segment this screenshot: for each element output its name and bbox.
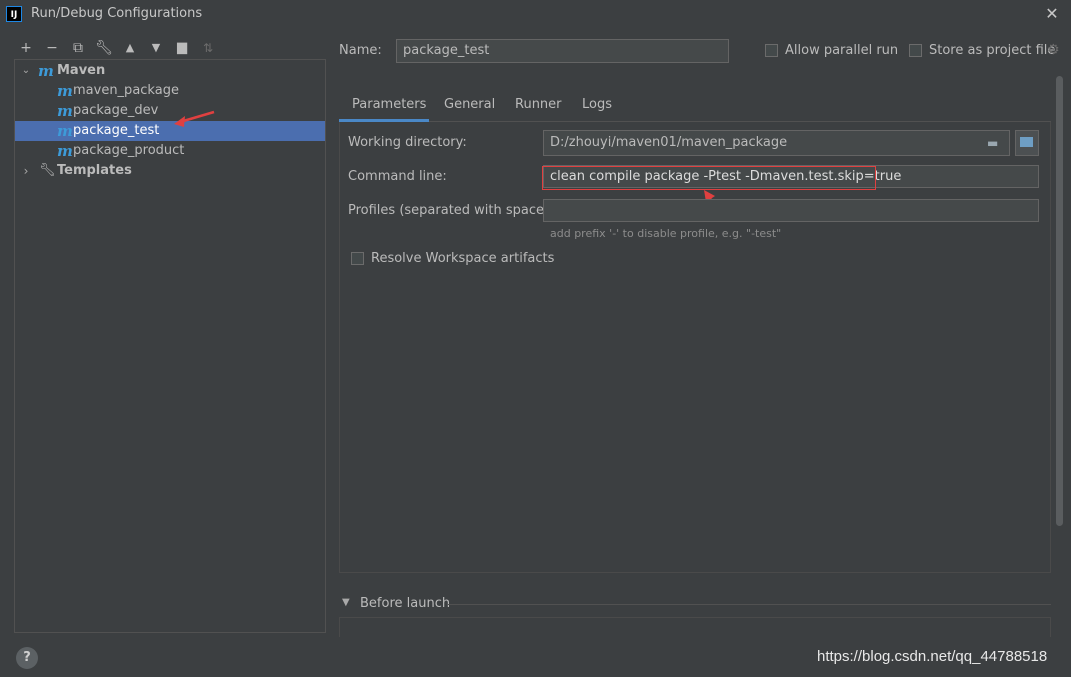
new-folder-icon[interactable]: ▆ [173, 39, 191, 57]
add-icon[interactable]: + [17, 39, 35, 57]
chevron-down-icon[interactable]: ▼ [342, 597, 350, 608]
before-launch-divider [448, 604, 1051, 605]
tree-item-label: maven_package [73, 83, 179, 98]
before-launch-label[interactable]: Before launch [360, 596, 450, 611]
tree-item-templates[interactable]: › 🔧︎ Templates [15, 161, 325, 181]
folder-icon[interactable]: ▬ [987, 136, 998, 150]
wrench-icon: 🔧︎ [39, 163, 56, 178]
store-as-project-label: Store as project file [929, 43, 1056, 58]
working-directory-label: Working directory: [348, 135, 467, 150]
folder-icon [1020, 137, 1033, 147]
annotation-highlight-box [542, 166, 876, 190]
allow-parallel-checkbox[interactable] [765, 44, 778, 57]
sort-icon[interactable]: ⇅ [199, 39, 217, 57]
window-title: Run/Debug Configurations [31, 6, 203, 21]
copy-icon[interactable]: ⧉ [69, 39, 87, 57]
maven-icon: m [57, 82, 73, 100]
help-button[interactable]: ? [16, 647, 38, 669]
annotation-arrow [174, 110, 215, 127]
name-label: Name: [339, 43, 382, 58]
move-up-icon[interactable]: ▲ [121, 39, 139, 57]
tab-runner[interactable]: Runner [515, 97, 562, 121]
intellij-app-icon: IJ [6, 6, 22, 22]
move-down-icon[interactable]: ▼ [147, 39, 165, 57]
command-line-label: Command line: [348, 169, 447, 184]
tab-general[interactable]: General [444, 97, 495, 121]
tree-item-label: Maven [57, 63, 106, 78]
remove-icon[interactable]: − [43, 39, 61, 57]
name-input[interactable]: package_test [396, 39, 729, 63]
tree-item-label: Templates [57, 163, 132, 178]
before-launch-panel [339, 617, 1051, 637]
store-as-project-checkbox[interactable] [909, 44, 922, 57]
allow-parallel-label: Allow parallel run [785, 43, 899, 58]
tab-parameters[interactable]: Parameters [352, 97, 426, 121]
scrollbar[interactable] [1056, 76, 1063, 526]
configuration-tree[interactable]: ⌄ m Maven m maven_package m package_dev … [14, 59, 326, 633]
profiles-hint: add prefix '-' to disable profile, e.g. … [550, 227, 782, 240]
tree-item-label: package_dev [73, 103, 159, 118]
watermark-text: https://blog.csdn.net/qq_44788518 [817, 648, 1048, 665]
tree-item-label: package_product [73, 143, 185, 158]
profiles-label: Profiles (separated with space): [348, 203, 554, 218]
tree-item-package-product[interactable]: m package_product [15, 141, 325, 161]
macro-folder-button[interactable] [1015, 130, 1039, 156]
close-icon[interactable]: ✕ [1042, 4, 1062, 24]
maven-icon: m [57, 102, 73, 120]
maven-icon: m [57, 142, 73, 160]
resolve-workspace-label: Resolve Workspace artifacts [371, 251, 555, 266]
maven-icon: m [57, 122, 73, 140]
chevron-down-icon[interactable]: ⌄ [20, 61, 32, 81]
tree-item-maven[interactable]: ⌄ m Maven [15, 61, 325, 81]
resolve-workspace-checkbox[interactable] [351, 252, 364, 265]
gear-icon[interactable]: ⚙ [1047, 42, 1060, 58]
wrench-icon[interactable]: 🔧︎ [95, 39, 113, 57]
maven-icon: m [38, 62, 54, 80]
working-directory-input[interactable]: D:/zhouyi/maven01/maven_package [543, 130, 1010, 156]
tab-logs[interactable]: Logs [582, 97, 612, 121]
chevron-right-icon[interactable]: › [20, 161, 32, 181]
tree-item-maven-package[interactable]: m maven_package [15, 81, 325, 101]
tree-item-label: package_test [73, 123, 160, 138]
profiles-input[interactable] [543, 199, 1039, 222]
